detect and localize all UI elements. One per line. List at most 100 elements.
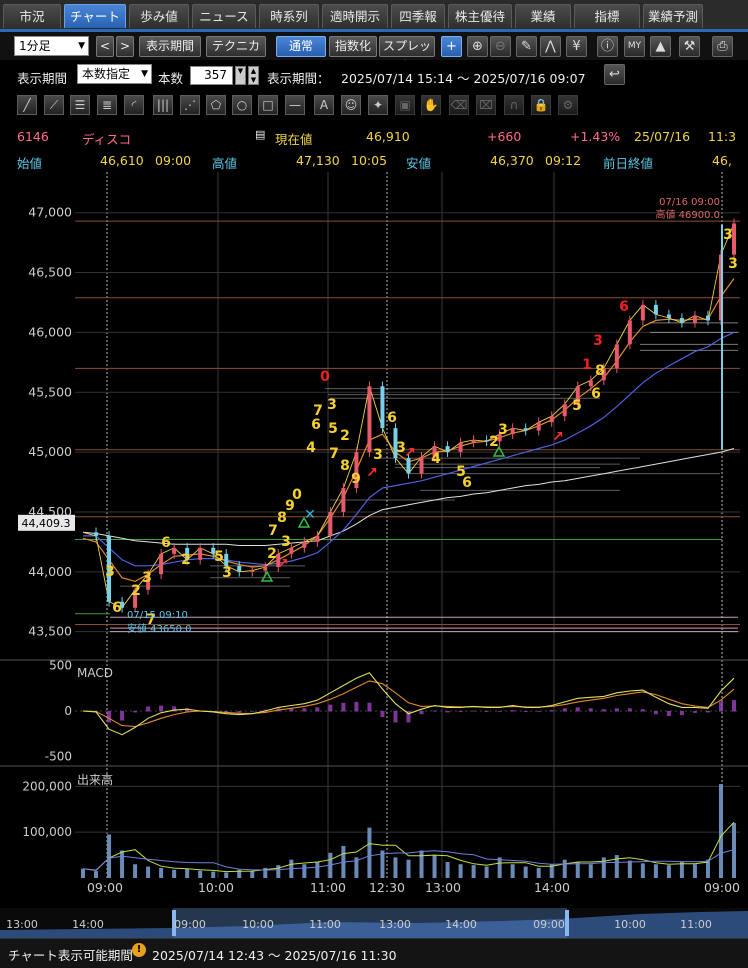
candle-body (640, 304, 645, 321)
gear-tool-icon[interactable]: ⚙ (558, 95, 578, 115)
candle-body (692, 315, 697, 323)
sticker-tool-icon[interactable]: ✦ (368, 95, 388, 115)
fan-tool-icon[interactable]: ⋰ (180, 95, 200, 115)
open-label: 始値 (17, 156, 43, 171)
candle-body (562, 404, 567, 417)
volume-bar (315, 861, 320, 878)
layer-tool-icon[interactable]: ▣ (395, 95, 415, 115)
prev-button[interactable]: < (96, 36, 114, 57)
price-chart[interactable]: 47,00046,50046,00045,50045,00044,50044,0… (0, 172, 748, 908)
low-value: 46,370 (490, 153, 534, 168)
count-stepper-icon[interactable]: ▲ ▼ (248, 66, 259, 85)
period-button[interactable]: 表示期間 (139, 36, 201, 57)
period-mode-select[interactable]: 本数指定 ▼ (77, 64, 152, 84)
next-button[interactable]: > (116, 36, 134, 57)
zoom-out-icon[interactable]: ⊖ (490, 36, 511, 57)
spread-button[interactable]: スプレッド (379, 36, 435, 72)
count-dropdown-icon[interactable]: ▼ (235, 66, 246, 85)
erase-all-tool-icon[interactable]: ⌧ (476, 95, 496, 115)
candle-body (614, 344, 619, 369)
rect-tool-icon[interactable]: □ (258, 95, 278, 115)
signal-count: 5 (328, 421, 338, 437)
signal-count: 9 (351, 471, 361, 487)
cross-signal-icon: ✕ (304, 507, 316, 523)
tab-1[interactable]: チャート (64, 4, 126, 28)
interval-select[interactable]: 1分足 ▼ (14, 36, 89, 56)
zoom-in-icon[interactable]: ⊕ (467, 36, 488, 57)
fib-tool-icon[interactable]: ||| (153, 95, 173, 115)
ruler-tool-icon[interactable]: ⟋ (44, 95, 64, 115)
info-icon[interactable]: ⓘ (597, 36, 618, 57)
tab-8[interactable]: 業績 (515, 4, 571, 28)
tab-4[interactable]: 時系列 (259, 4, 319, 28)
chevron-down-icon: ▼ (141, 69, 148, 79)
macd-histogram-bar (146, 706, 151, 712)
time-tick-label: 09:00 (87, 880, 123, 895)
tab-2[interactable]: 歩み値 (129, 4, 189, 28)
my-chart-icon[interactable]: MY (624, 36, 645, 57)
hline-tool-icon[interactable]: — (285, 95, 305, 115)
volume-bar (211, 871, 216, 878)
tab-0[interactable]: 市況 (3, 4, 61, 28)
high-time: 10:05 (351, 153, 388, 168)
icon-tool-icon[interactable]: ☺ (341, 95, 361, 115)
signal-count-red: 1 (582, 357, 592, 373)
candle-body (302, 541, 307, 548)
macd-histogram-bar (419, 711, 424, 715)
signal-count: 7 (329, 446, 339, 462)
signal-count-red: 3 (593, 333, 603, 349)
normal-button[interactable]: 通常 (276, 36, 326, 57)
lock-tool-icon[interactable]: 🔒 (531, 95, 551, 115)
high-annotation-label: 高値 46900.0 (655, 208, 720, 221)
period-mode-value: 本数指定 (82, 67, 131, 81)
crosshair-icon[interactable]: + (441, 36, 462, 57)
macd-histogram-bar (718, 701, 723, 712)
line-tool-icon[interactable]: ╱ (17, 95, 37, 115)
volume-bar (406, 859, 411, 878)
yen-icon[interactable]: ¥ (566, 36, 587, 57)
macd-histogram-bar (653, 711, 658, 715)
print-icon[interactable]: ⎙ (712, 36, 733, 57)
pencil-icon[interactable]: ✎ (516, 36, 537, 57)
signal-count-red: 0 (320, 369, 330, 385)
circle-tool-icon[interactable]: ○ (232, 95, 252, 115)
tab-6[interactable]: 四季報 (391, 4, 445, 28)
document-icon[interactable]: ▤ (255, 128, 265, 141)
candle-body (484, 440, 489, 442)
magnet-tool-icon[interactable]: ∩ (504, 95, 524, 115)
technical-button[interactable]: テクニカル (206, 36, 266, 72)
signal-icon[interactable]: ⋀ (540, 36, 561, 57)
index-button[interactable]: 指数化 (329, 36, 377, 57)
tab-7[interactable]: 株主優待 (448, 4, 512, 28)
pentagon-tool-icon[interactable]: ⬠ (206, 95, 226, 115)
hlines-tool-icon[interactable]: ☰ (70, 95, 90, 115)
candle-body (380, 386, 385, 429)
macd-histogram-bar (562, 708, 567, 712)
macd-tick-label: 0 (64, 704, 72, 718)
volume-bar (94, 871, 99, 878)
arc-tool-icon[interactable]: ◜ (124, 95, 144, 115)
quote-date: 25/07/16 (634, 129, 691, 144)
candle-body (471, 440, 476, 443)
wrench-icon[interactable]: ⚒ (679, 36, 700, 57)
signal-count: 3 (498, 422, 508, 438)
tab-3[interactable]: ニュース (192, 4, 256, 28)
range-navigator[interactable]: 13:00 14:00 09:00 10:00 11:00 13:00 14:00 09:00… (0, 908, 748, 938)
return-icon[interactable]: ↩ (604, 64, 625, 85)
volume-bar (120, 850, 125, 878)
quote-time: 11:3 (708, 129, 737, 144)
text-tool-icon[interactable]: A (314, 95, 334, 115)
tab-9[interactable]: 指標 (574, 4, 640, 28)
eraser-tool-icon[interactable]: ⌫ (449, 95, 469, 115)
hand-tool-icon[interactable]: ✋ (421, 95, 441, 115)
tab-10[interactable]: 業績予測 (643, 4, 703, 28)
macd-histogram-bar (328, 704, 333, 712)
tab-5[interactable]: 適時開示 (322, 4, 388, 28)
area-chart-icon[interactable]: ▲ (650, 36, 671, 57)
candle-body (315, 535, 320, 542)
count-input[interactable]: 357 (190, 66, 233, 85)
signal-count: 4 (431, 451, 441, 467)
channel-tool-icon[interactable]: ≣ (97, 95, 117, 115)
macd-histogram-bar (575, 707, 580, 712)
volume-tick-label: 100,000 (22, 825, 72, 839)
